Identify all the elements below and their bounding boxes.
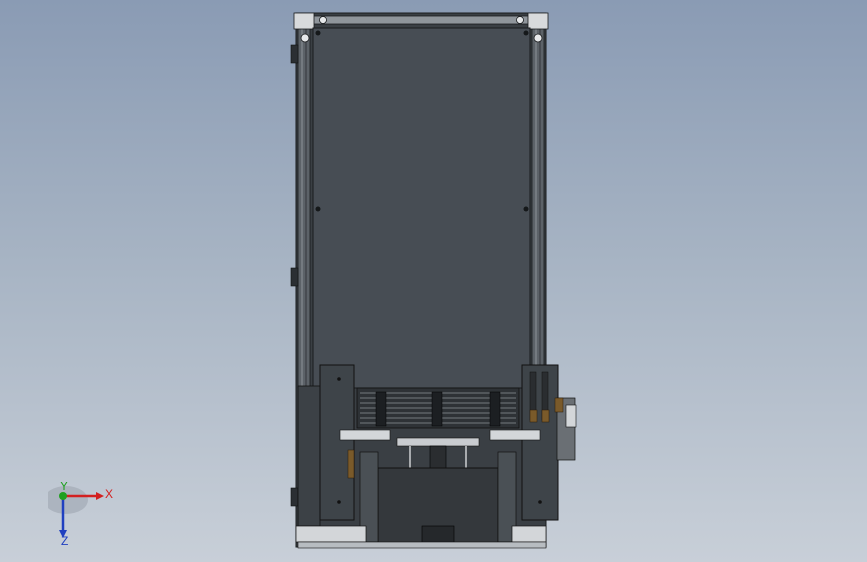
z-axis-label: Z: [61, 534, 68, 547]
x-axis-label: X: [105, 487, 113, 501]
graphics-viewport[interactable]: X Y Z: [0, 0, 867, 562]
heatsink-fins: [356, 387, 520, 429]
y-axis-dot: [59, 492, 67, 500]
main-panel: [312, 27, 531, 389]
cad-model[interactable]: [0, 0, 867, 562]
coordinate-triad: X Y Z: [44, 479, 118, 548]
y-axis-label: Y: [60, 482, 68, 493]
x-axis-arrowhead: [96, 492, 104, 500]
